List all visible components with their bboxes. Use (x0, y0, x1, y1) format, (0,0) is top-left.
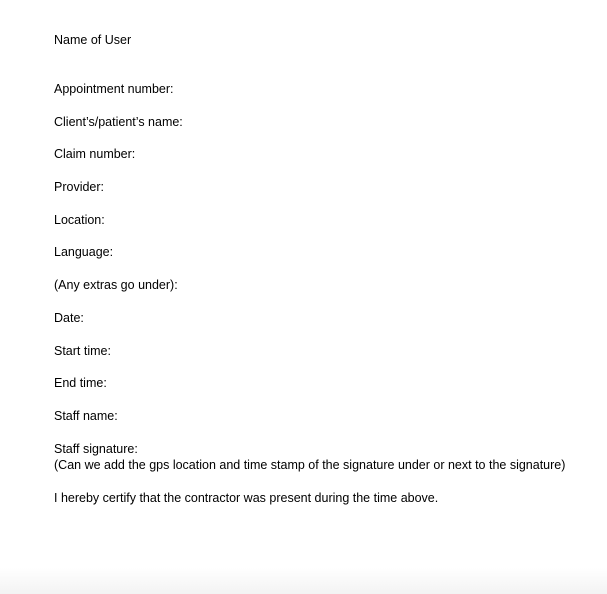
field-end-time: End time: (54, 376, 107, 390)
field-appointment-number: Appointment number: (54, 82, 174, 96)
field-provider: Provider: (54, 180, 105, 194)
field-location: Location: (54, 213, 105, 227)
field-claim-number: Claim number: (54, 147, 136, 161)
signature-note: (Can we add the gps location and time st… (54, 458, 566, 472)
field-language: Language: (54, 245, 114, 259)
certification-statement: I hereby certify that the contractor was… (54, 491, 439, 505)
field-extras: (Any extras go under): (54, 278, 178, 292)
field-client-patient-name: Client’s/patient’s name: (54, 115, 183, 129)
document-page: Name of User Appointment number: Client’… (0, 0, 607, 568)
field-start-time: Start time: (54, 344, 111, 358)
field-staff-signature: Staff signature: (54, 442, 138, 456)
field-staff-name: Staff name: (54, 409, 118, 423)
field-date: Date: (54, 311, 84, 325)
document-header: Name of User (54, 33, 132, 47)
page-bottom-edge (0, 568, 607, 594)
